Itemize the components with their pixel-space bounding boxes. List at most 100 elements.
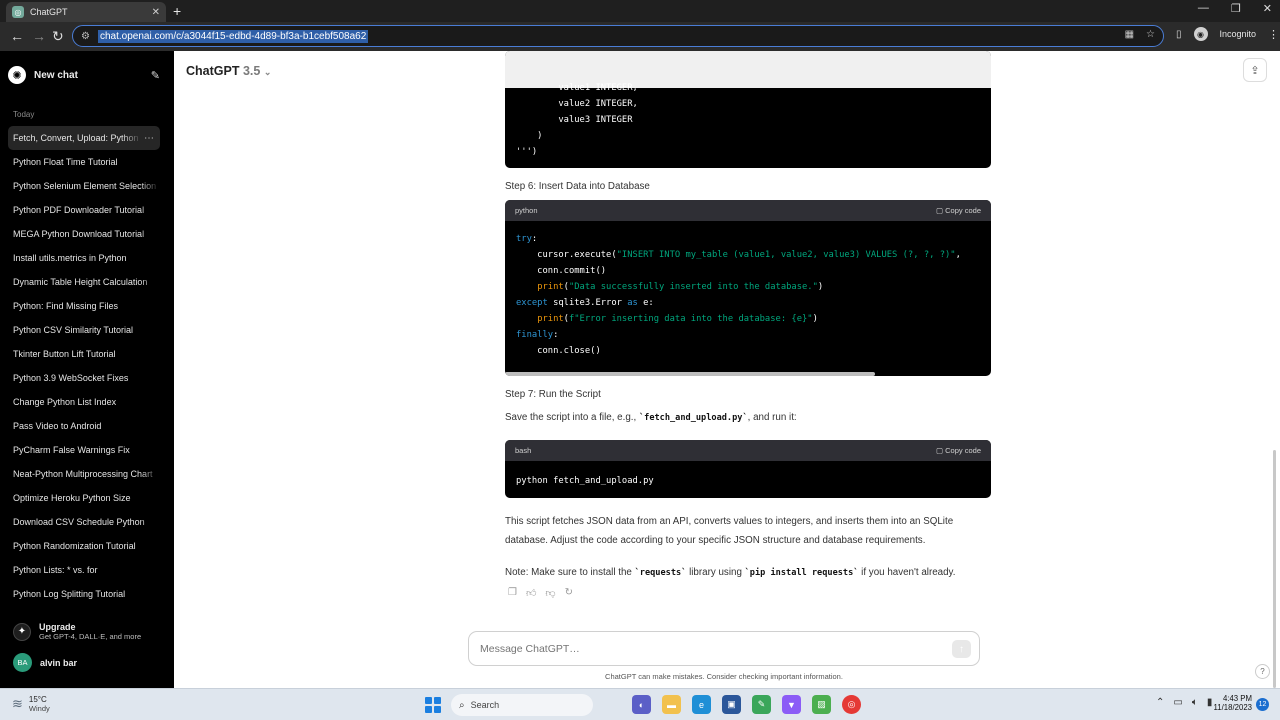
code-token: "Data successfully inserted into the dat… (568, 282, 818, 292)
weather-temperature: 15°C (28, 695, 47, 704)
sidebar-chat-item[interactable]: Optimize Heroku Python Size (8, 486, 160, 510)
edge-browser-icon[interactable]: e (692, 695, 711, 714)
close-window-icon[interactable]: ✕ (1263, 2, 1272, 15)
code-body: python fetch_and_upload.py (516, 476, 654, 486)
sidebar-chat-item[interactable]: Python Selenium Element Selection (8, 174, 160, 198)
image-viewer-icon[interactable]: ▨ (812, 695, 831, 714)
incognito-icon[interactable]: ◉ (1193, 27, 1208, 41)
minimize-icon[interactable]: — (1198, 2, 1209, 15)
chat-item-label: Fetch, Convert, Upload: Python (13, 133, 139, 143)
sidebar-chat-item[interactable]: Dynamic Table Height Calculation (8, 270, 160, 294)
notification-badge[interactable]: 12 (1256, 698, 1269, 711)
chat-item-label: Python Float Time Tutorial (13, 157, 118, 167)
clipboard-icon: ▢ (935, 446, 944, 455)
search-icon: ⌕ (459, 699, 465, 711)
code-token: e: (637, 298, 654, 308)
address-bar[interactable]: ⚙ chat.openai.com/c/a3044f15-edbd-4d89-b… (72, 25, 1164, 47)
copy-code-button[interactable]: ▢ Copy code (936, 446, 981, 455)
menu-kebab-icon[interactable]: ⋮ (1268, 28, 1279, 41)
help-button[interactable]: ? (1255, 664, 1270, 679)
chevron-up-icon[interactable]: ⌃ (1156, 697, 1164, 708)
copy-code-button[interactable]: ▢ Copy code (936, 206, 981, 215)
sidebar-chat-item[interactable]: Pass Video to Android (8, 414, 160, 438)
more-options-icon[interactable]: ⋯ (144, 133, 154, 144)
bookmark-star-icon[interactable]: ☆ (1146, 29, 1155, 40)
copy-icon[interactable]: ❐ (508, 587, 517, 599)
code-horizontal-scrollbar[interactable] (505, 372, 875, 376)
weather-widget[interactable]: ≋ 15°C Windy (12, 695, 50, 713)
code-token: finally (516, 330, 554, 340)
notepad-icon[interactable]: ✎ (752, 695, 771, 714)
model-selector[interactable]: ChatGPT 3.5 ⌄ (186, 64, 271, 78)
url-text[interactable]: chat.openai.com/c/a3044f15-edbd-4d89-bf3… (97, 29, 369, 43)
maximize-icon[interactable]: ❐ (1231, 2, 1241, 15)
code-block-insert-data: python ▢ Copy code try: cursor.execute("… (505, 200, 991, 376)
wind-icon: ≋ (12, 696, 23, 711)
windows-start-icon[interactable] (425, 697, 441, 713)
sidebar-chat-item[interactable]: Change Python List Index (8, 390, 160, 414)
sidebar-chat-item[interactable]: Neat-Python Multiprocessing Chart (8, 462, 160, 486)
user-menu[interactable]: BA alvin bar (13, 653, 77, 672)
sidebar-chat-item[interactable]: Python Lists: * vs. for (8, 558, 160, 582)
inline-code: `pip install requests` (744, 568, 859, 578)
regenerate-icon[interactable]: ↻ (565, 587, 573, 599)
back-arrow-icon[interactable]: ← (10, 28, 24, 44)
code-token: conn.close() (516, 346, 601, 356)
message-composer[interactable]: ↑ (468, 631, 980, 666)
sidebar-chat-item[interactable]: Fetch, Convert, Upload: Python ⋯ (8, 126, 160, 150)
send-arrow-icon[interactable]: ↑ (952, 640, 971, 658)
edit-icon[interactable]: ✎ (151, 69, 160, 82)
sidebar-chat-item[interactable]: Python CSV Similarity Tutorial (8, 318, 160, 342)
system-clock[interactable]: 4:43 PM 11/18/2023 (1212, 694, 1252, 712)
sidebar-chat-item[interactable]: Python Log Splitting Tutorial (8, 582, 160, 606)
text-run: Save the script into a file, e.g., (505, 412, 639, 423)
sidebar-chat-item[interactable]: PyCharm False Warnings Fix (8, 438, 160, 462)
thumbs-up-icon[interactable]: 👍︎ (526, 587, 536, 599)
reload-icon[interactable]: ↻ (52, 28, 64, 45)
network-icon[interactable]: ▭ (1173, 697, 1182, 708)
code-token: ) (812, 314, 818, 324)
chat-item-label: Python Log Splitting Tutorial (13, 589, 126, 599)
store-icon[interactable]: ▣ (722, 695, 741, 714)
taskbar-apps: ◐ ▬ e ▣ ✎ ▼ ▨ ◎ (632, 695, 861, 714)
omnibox-actions: ▦ ☆ (1125, 29, 1155, 40)
label-fade (140, 438, 160, 462)
chat-item-label: MEGA Python Download Tutorial (13, 229, 145, 239)
code-block-header: bash ▢ Copy code (505, 440, 991, 461)
sidebar-chat-item[interactable]: Python PDF Downloader Tutorial (8, 198, 160, 222)
sidebar-chat-item[interactable]: Python Randomization Tutorial (8, 534, 160, 558)
label-fade (140, 414, 160, 438)
chat-app-icon[interactable]: ◐ (632, 695, 651, 714)
forward-arrow-icon[interactable]: → (32, 28, 46, 44)
sidebar-chat-item[interactable]: Python Float Time Tutorial (8, 150, 160, 174)
thumbs-down-icon[interactable]: 👎︎ (545, 587, 555, 599)
sidebar-chat-item[interactable]: Tkinter Button Lift Tutorial (8, 342, 160, 366)
profile-area[interactable]: ▯ ◉ Incognito ⋮ (1176, 27, 1279, 41)
file-explorer-icon[interactable]: ▬ (662, 695, 681, 714)
new-tab-button[interactable]: + (173, 3, 181, 19)
upgrade-button[interactable]: ✦ Upgrade Get GPT-4, DALL·E, and more (13, 622, 141, 641)
site-info-icon[interactable]: ⚙ (81, 31, 90, 42)
vpn-icon[interactable]: ▼ (782, 695, 801, 714)
sparkle-icon: ✦ (13, 622, 31, 641)
sidebar-chat-item[interactable]: Python 3.9 WebSocket Fixes (8, 366, 160, 390)
taskbar-search[interactable]: ⌕ Search (451, 694, 593, 716)
tab-close-icon[interactable]: ✕ (152, 7, 160, 18)
chrome-icon[interactable]: ◎ (842, 695, 861, 714)
page-scrollbar[interactable] (1273, 450, 1276, 688)
sidebar-chat-item[interactable]: Install utils.metrics in Python (8, 246, 160, 270)
sidebar-chat-item[interactable]: Python: Find Missing Files (8, 294, 160, 318)
qr-code-icon[interactable]: ▦ (1125, 29, 1134, 40)
sidebar-panel-icon[interactable]: ▯ (1176, 29, 1182, 40)
volume-icon[interactable]: 🔈︎ (1192, 697, 1198, 708)
sidebar-chat-item[interactable]: MEGA Python Download Tutorial (8, 222, 160, 246)
browser-tab[interactable]: ◎ ChatGPT ✕ (6, 2, 166, 22)
new-chat-button[interactable]: ✺ New chat ✎ (8, 65, 160, 85)
code-token: cursor.execute( (516, 250, 617, 260)
avatar: BA (13, 653, 32, 672)
inline-code: `fetch_and_upload.py` (638, 413, 748, 423)
message-input[interactable] (480, 642, 920, 655)
sidebar-chat-item[interactable]: Download CSV Schedule Python (8, 510, 160, 534)
share-icon[interactable]: ⇪ (1243, 58, 1267, 82)
